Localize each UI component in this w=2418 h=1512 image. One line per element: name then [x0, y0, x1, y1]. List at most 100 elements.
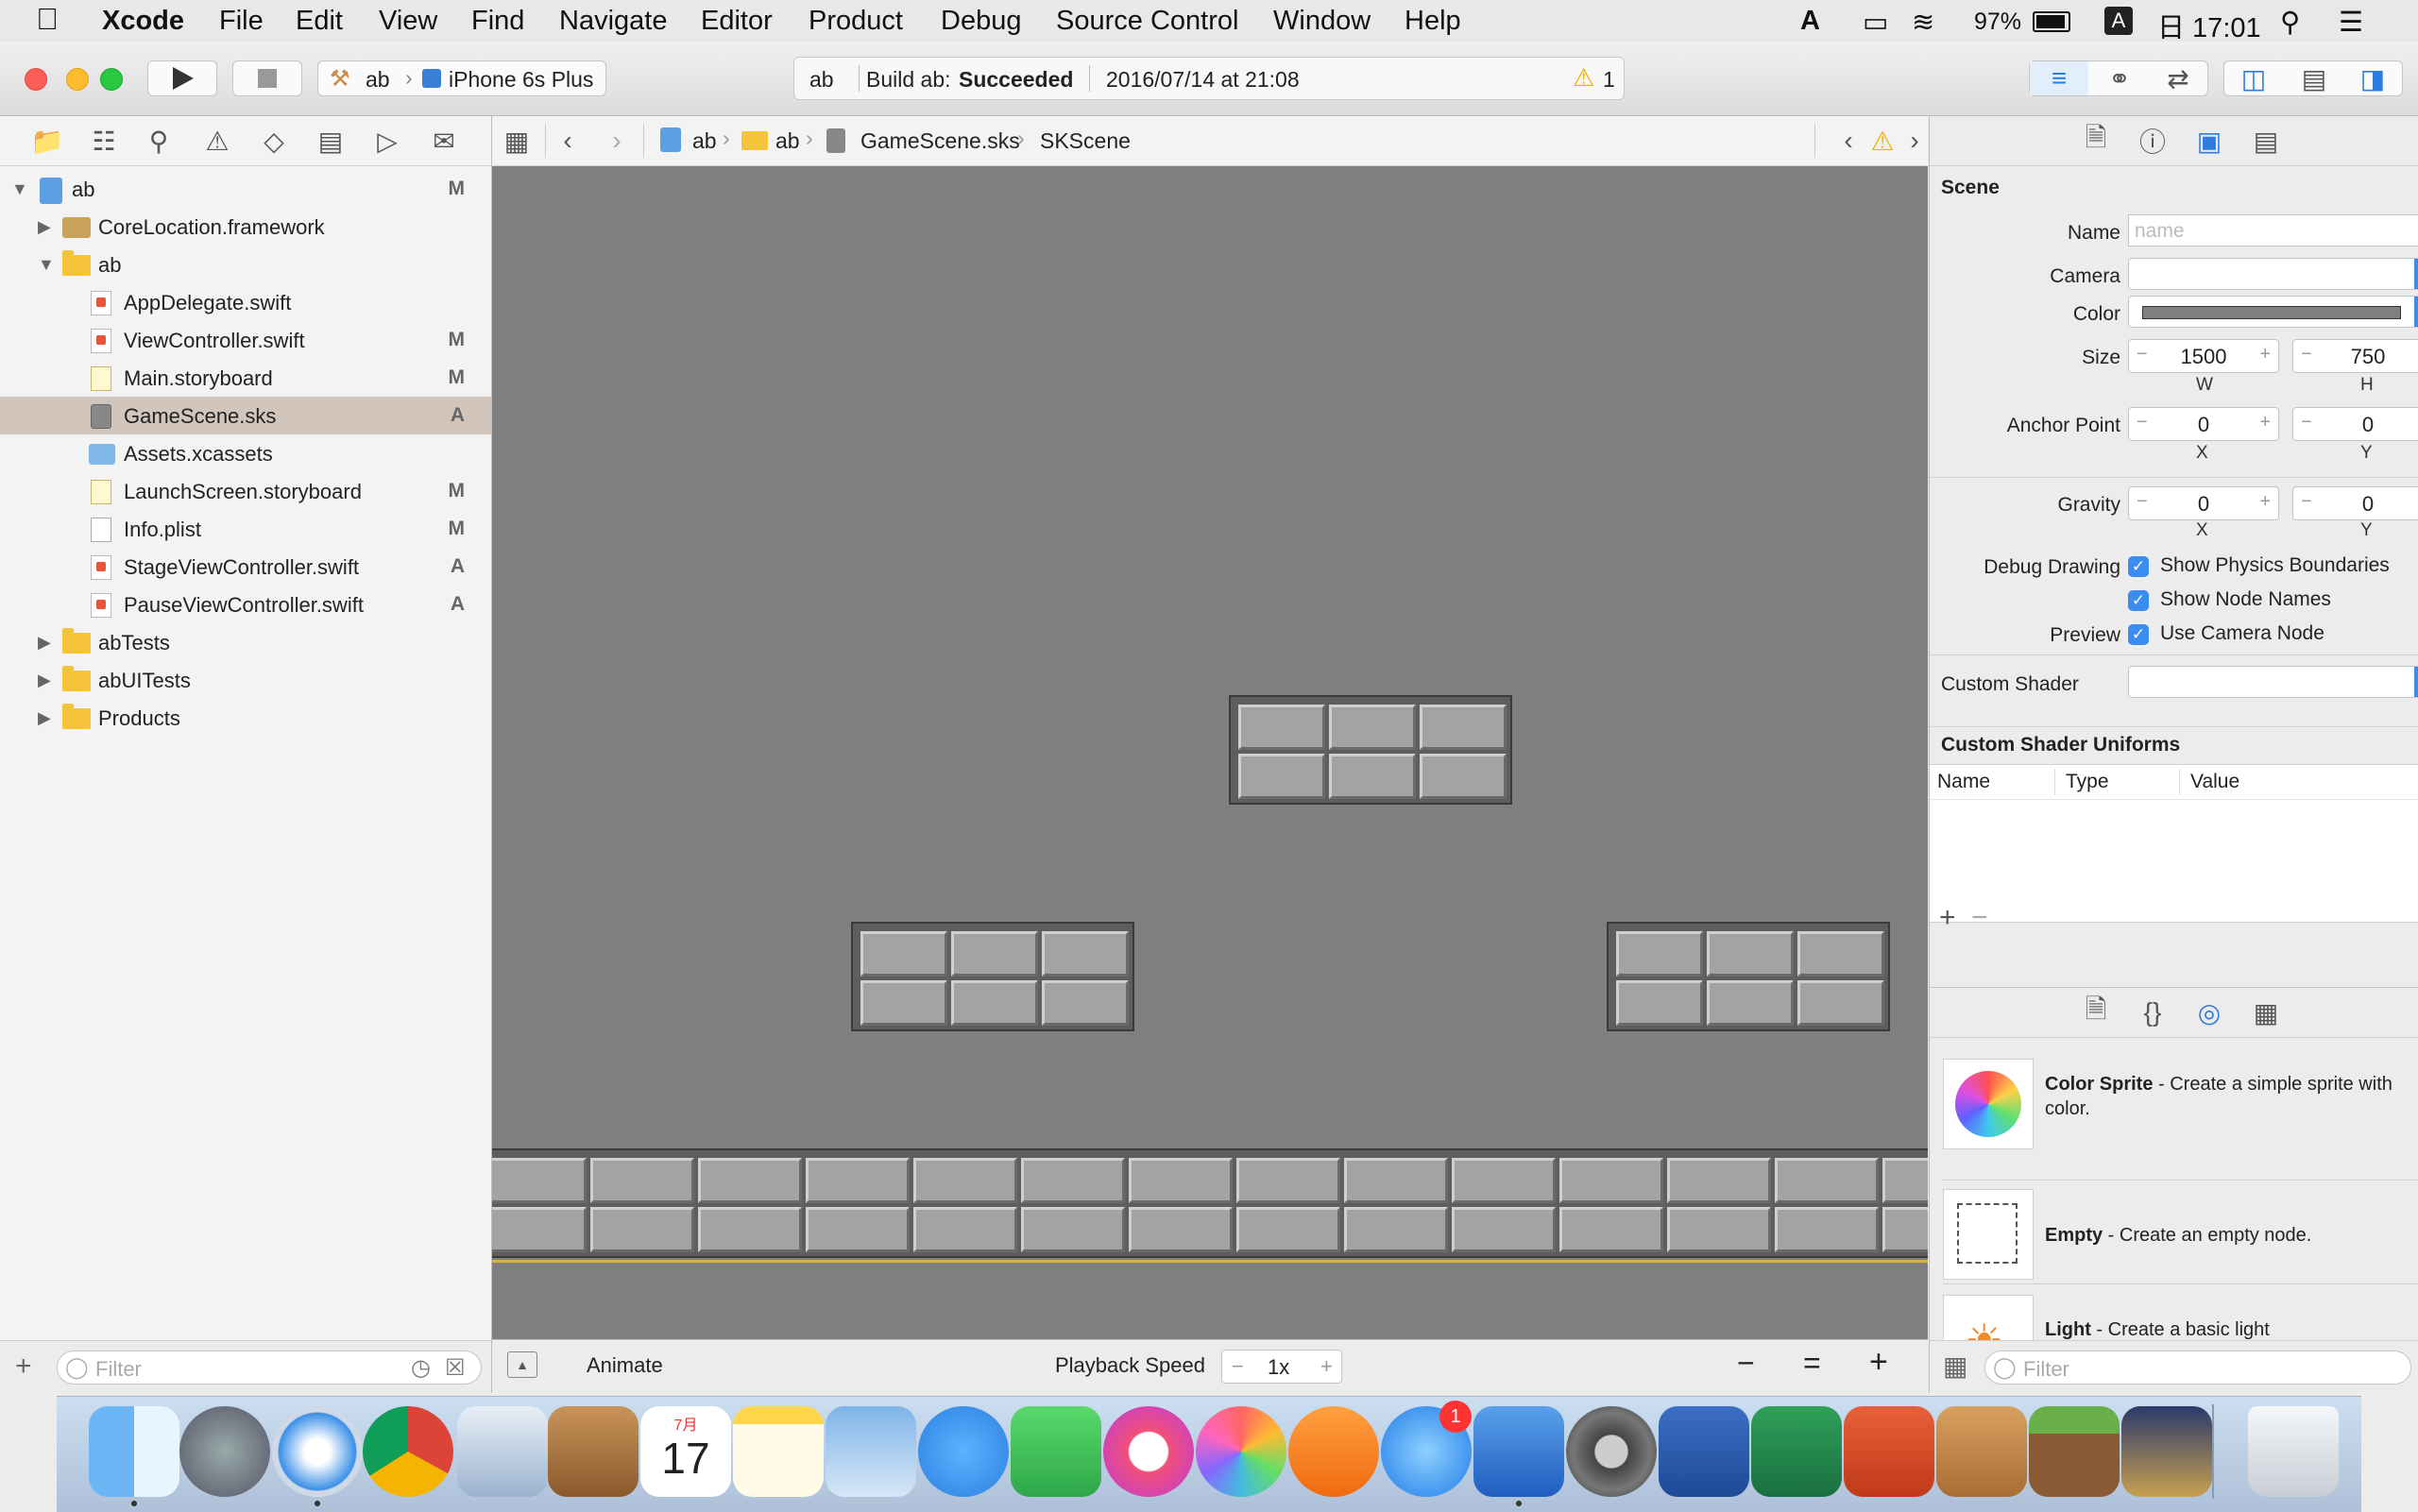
symbol-navigator-icon[interactable]: ☷	[89, 126, 119, 156]
show-node-names-label[interactable]: Show Node Names	[2160, 588, 2331, 611]
anchor-y-stepper[interactable]: − 0 +	[2292, 407, 2418, 441]
adobe-icon[interactable]: A	[1800, 6, 1820, 37]
zoom-in-icon[interactable]: +	[1869, 1344, 1888, 1381]
forward-icon[interactable]: ›	[602, 126, 632, 156]
test-navigator-icon[interactable]: ◇	[259, 126, 289, 156]
spotlight-icon[interactable]: ⚲	[2280, 6, 2300, 39]
assistant-editor-icon[interactable]: ⚭	[2090, 61, 2149, 95]
add-file-icon[interactable]: +	[15, 1351, 32, 1383]
run-button[interactable]	[147, 60, 217, 96]
jump-crumb-group[interactable]: ab	[775, 128, 800, 154]
toggle-utilities-icon[interactable]: ◨	[2343, 61, 2402, 95]
scene-name-field[interactable]: name	[2128, 214, 2418, 246]
debug-navigator-icon[interactable]: ▤	[315, 126, 346, 156]
file-inspector-icon[interactable]: 🗎	[2081, 123, 2111, 156]
device-name[interactable]: iPhone 6s Plus	[449, 67, 593, 93]
issue-navigator-icon[interactable]: ⚠	[202, 126, 232, 156]
quick-help-icon[interactable]: ⓘ	[2137, 126, 2168, 157]
tree-row-file[interactable]: PauseViewController.swift A	[0, 586, 491, 623]
brick-platform-sprite[interactable]	[851, 922, 1134, 1031]
media-library-icon[interactable]: ▦	[2251, 997, 2281, 1028]
tree-row-file[interactable]: Assets.xcassets	[0, 434, 491, 472]
menu-view[interactable]: View	[379, 6, 437, 37]
color-well[interactable]: ⇕	[2128, 296, 2418, 328]
uniforms-table[interactable]: Name Type Value	[1930, 764, 2418, 923]
menu-navigate[interactable]: Navigate	[559, 6, 667, 37]
disclosure-closed-icon[interactable]: ▶	[38, 217, 51, 237]
zoom-reset-icon[interactable]: =	[1803, 1346, 1821, 1381]
tree-row-group-ab[interactable]: ▼ ab	[0, 246, 491, 283]
report-navigator-icon[interactable]: ✉	[429, 126, 459, 156]
toggle-navigator-icon[interactable]: ◫	[2224, 61, 2283, 95]
app-menu[interactable]: Xcode	[102, 6, 184, 37]
ground-sprite[interactable]	[492, 1148, 1928, 1258]
tree-row-file[interactable]: StageViewController.swift A	[0, 548, 491, 586]
size-width-stepper[interactable]: − 1500 +	[2128, 339, 2279, 373]
menu-window[interactable]: Window	[1273, 6, 1371, 37]
library-item-color-sprite[interactable]: Color Sprite - Create a simple sprite wi…	[1930, 1047, 2418, 1180]
show-physics-label[interactable]: Show Physics Boundaries	[2160, 554, 2390, 577]
custom-shader-popup[interactable]: ▼	[2128, 666, 2418, 698]
brick-platform-sprite[interactable]	[1229, 695, 1512, 805]
use-camera-node-checkbox[interactable]: ✓	[2128, 624, 2149, 645]
airplay-icon[interactable]: ▭	[1863, 6, 1888, 39]
notes-icon[interactable]	[733, 1406, 824, 1497]
warning-icon[interactable]: ⚠	[1573, 63, 1594, 93]
next-issue-icon[interactable]: ›	[1899, 126, 1930, 156]
library-item-light[interactable]: ☀ Light - Create a basic light	[1930, 1287, 2418, 1340]
disclosure-open-icon[interactable]: ▼	[11, 179, 28, 199]
navigator-filter-field[interactable]: ◯ Filter ◷ ☒	[57, 1351, 482, 1385]
warning-icon[interactable]: ⚠	[1867, 126, 1898, 156]
system-preferences-icon[interactable]	[1566, 1406, 1657, 1497]
tree-row-project[interactable]: ▼ ab M	[0, 170, 491, 208]
facetime-icon[interactable]	[1011, 1406, 1101, 1497]
notification-center-icon[interactable]: ☰	[2339, 6, 2363, 39]
custom-class-inspector-icon[interactable]: ▤	[2251, 126, 2281, 156]
chrome-icon[interactable]	[363, 1406, 453, 1497]
menu-source-control[interactable]: Source Control	[1056, 6, 1238, 37]
tree-row-framework[interactable]: ▶ CoreLocation.framework	[0, 208, 491, 246]
increment-icon[interactable]: +	[2259, 491, 2271, 513]
contacts-icon[interactable]	[548, 1406, 639, 1497]
tree-row-file[interactable]: LaunchScreen.storyboard M	[0, 472, 491, 510]
menu-product[interactable]: Product	[809, 6, 903, 37]
disclosure-closed-icon[interactable]: ▶	[38, 633, 51, 653]
league-of-legends-icon[interactable]	[2121, 1406, 2212, 1497]
column-name[interactable]: Name	[1937, 771, 1990, 793]
size-height-stepper[interactable]: − 750 +	[2292, 339, 2418, 373]
mail-icon[interactable]	[457, 1406, 548, 1497]
scm-filter-icon[interactable]: ☒	[445, 1354, 466, 1382]
tree-row-group[interactable]: ▶ abUITests	[0, 661, 491, 699]
itunes-icon[interactable]	[1103, 1406, 1194, 1497]
app-store-icon[interactable]: 1	[1381, 1401, 1472, 1497]
tree-row-file-selected[interactable]: GameScene.sks A	[0, 397, 491, 434]
tree-row-group[interactable]: ▶ abTests	[0, 623, 491, 661]
file-template-library-icon[interactable]: 🗎	[2081, 994, 2111, 1028]
object-library-icon[interactable]: ◎	[2194, 997, 2224, 1028]
show-outline-icon[interactable]: ▲	[507, 1351, 537, 1378]
input-source-icon[interactable]: A	[2104, 7, 2133, 35]
wifi-icon[interactable]: ≋	[1912, 6, 1934, 39]
xcode-icon[interactable]	[1473, 1406, 1564, 1497]
menu-editor[interactable]: Editor	[701, 6, 773, 37]
ibooks-icon[interactable]	[1288, 1406, 1379, 1497]
standard-editor-icon[interactable]: ≡	[2030, 61, 2088, 95]
increment-icon[interactable]: +	[1320, 1354, 1333, 1379]
show-node-names-checkbox[interactable]: ✓	[2128, 590, 2149, 611]
messages-icon[interactable]	[918, 1406, 1009, 1497]
gravity-y-stepper[interactable]: − 0 +	[2292, 486, 2418, 520]
safari-icon[interactable]	[272, 1406, 363, 1497]
brick-platform-sprite[interactable]	[1607, 922, 1890, 1031]
tree-row-file[interactable]: ViewController.swift M	[0, 321, 491, 359]
photos-icon[interactable]	[1196, 1406, 1286, 1497]
disclosure-closed-icon[interactable]: ▶	[38, 708, 51, 728]
close-window-button[interactable]	[25, 68, 47, 91]
tree-row-file[interactable]: AppDelegate.swift	[0, 283, 491, 321]
animate-button[interactable]: Animate	[587, 1353, 663, 1378]
clock[interactable]: 日 17:01	[2157, 6, 2261, 45]
jump-crumb-project[interactable]: ab	[692, 128, 717, 154]
increment-icon[interactable]: +	[2259, 412, 2271, 433]
jump-crumb-node[interactable]: SKScene	[1040, 128, 1131, 154]
anchor-x-stepper[interactable]: − 0 +	[2128, 407, 2279, 441]
increment-icon[interactable]: +	[2259, 344, 2271, 365]
